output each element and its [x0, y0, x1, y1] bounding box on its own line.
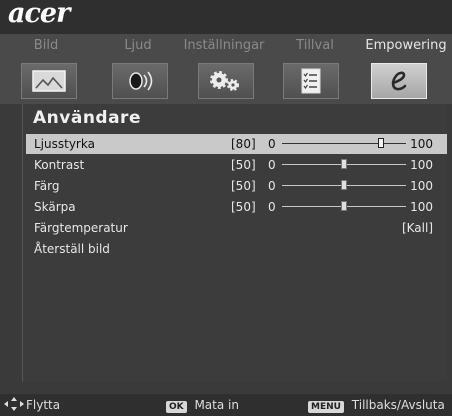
slider-handle[interactable]: [341, 201, 347, 211]
tile-bild[interactable]: [21, 63, 77, 99]
picture-icon: [32, 70, 66, 92]
setting-value: [80]: [231, 137, 256, 151]
setting-row-ljusstyrka[interactable]: Ljusstyrka [80] 0 100: [26, 134, 447, 154]
setting-row-farg[interactable]: Färg [50] 0 100: [26, 176, 447, 196]
contrast-slider[interactable]: [282, 159, 406, 169]
slider-min-label: 0: [268, 158, 276, 172]
footer-hints: Flytta OK Mata in MENU Tillbaks/Avsluta: [0, 394, 452, 416]
setting-label: Kontrast: [34, 158, 85, 172]
setting-label: Färg: [34, 179, 60, 193]
acer-logo: acer: [8, 0, 70, 29]
tile-ljud[interactable]: [112, 63, 168, 99]
tab-installningar[interactable]: Inställningar: [180, 38, 268, 53]
panel-title: Användare: [33, 108, 141, 128]
setting-label: Färgtemperatur: [34, 221, 128, 235]
brand-bar: acer: [0, 0, 452, 34]
slider-handle[interactable]: [378, 138, 385, 148]
setting-row-fargtemperatur[interactable]: Färgtemperatur [Kall]: [26, 218, 447, 238]
speaker-icon: [129, 71, 153, 91]
brightness-slider[interactable]: [282, 138, 406, 148]
setting-label: Ljusstyrka: [34, 137, 95, 151]
slider-max-label: 100: [410, 179, 433, 193]
slider-handle[interactable]: [341, 180, 347, 190]
menu-label: Tillbaks/Avsluta: [351, 398, 445, 412]
setting-value: [50]: [231, 158, 256, 172]
sharpness-slider[interactable]: [282, 201, 406, 211]
setting-value: [50]: [231, 179, 256, 193]
move-hint: Flytta: [4, 397, 61, 412]
tab-ljud[interactable]: Ljud: [94, 38, 182, 53]
setting-option-value: [Kall]: [401, 221, 433, 235]
tile-tillval[interactable]: [283, 63, 339, 99]
ok-key-icon: OK: [166, 401, 187, 413]
setting-label: Återställ bild: [34, 242, 110, 256]
empowering-e-icon: [391, 71, 407, 91]
tab-empowering[interactable]: Empowering: [362, 38, 450, 53]
menu-tabs: Bild Ljud Inställningar Tillval Empoweri…: [0, 34, 452, 104]
checklist-icon: [301, 68, 321, 94]
slider-max-label: 100: [410, 158, 433, 172]
arrow-keys-icon: [4, 397, 24, 411]
slider-min-label: 0: [268, 179, 276, 193]
ok-label: Mata in: [194, 398, 239, 412]
projector-osd-menu: acer Bild Ljud Inställningar Tillval Emp…: [0, 0, 452, 416]
menu-key-icon: MENU: [308, 401, 344, 413]
menu-hint: MENU Tillbaks/Avsluta: [308, 398, 445, 413]
tile-installningar[interactable]: [198, 63, 254, 99]
setting-label: Skärpa: [34, 200, 76, 214]
setting-row-skarpa[interactable]: Skärpa [50] 0 100: [26, 197, 447, 217]
slider-min-label: 0: [268, 137, 276, 151]
tab-tillval[interactable]: Tillval: [271, 38, 359, 53]
slider-handle[interactable]: [341, 159, 347, 169]
slider-max-label: 100: [410, 137, 433, 151]
color-slider[interactable]: [282, 180, 406, 190]
gears-icon: [210, 71, 239, 91]
setting-row-aterstall-bild[interactable]: Återställ bild: [26, 239, 447, 259]
setting-value: [50]: [231, 200, 256, 214]
settings-panel: Användare Ljusstyrka [80] 0 100 Kontrast…: [22, 104, 447, 382]
tab-bild[interactable]: Bild: [2, 38, 90, 53]
slider-min-label: 0: [268, 200, 276, 214]
slider-max-label: 100: [410, 200, 433, 214]
setting-row-kontrast[interactable]: Kontrast [50] 0 100: [26, 155, 447, 175]
ok-hint: OK Mata in: [166, 398, 239, 413]
move-label: Flytta: [26, 398, 61, 412]
tile-empowering[interactable]: [371, 63, 427, 99]
